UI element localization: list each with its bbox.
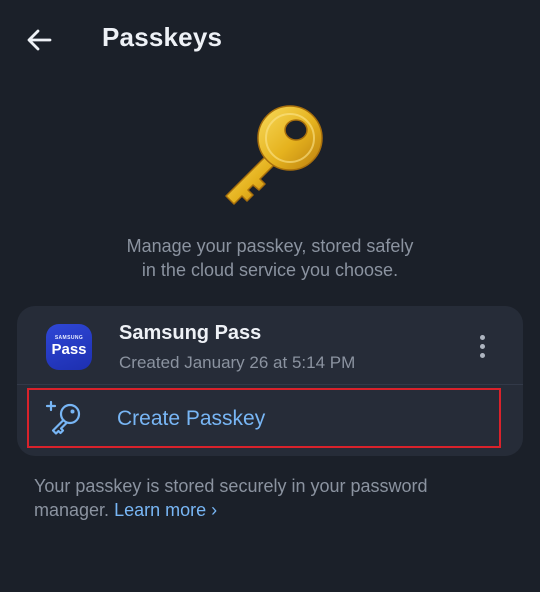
provider-row[interactable]: SAMSUNG Pass Samsung Pass Created Januar…: [17, 306, 523, 384]
learn-more-link[interactable]: Learn more ›: [114, 500, 217, 520]
create-passkey-label: Create Passkey: [117, 407, 266, 430]
arrow-left-icon: [27, 29, 52, 51]
passkeys-screen: Passkeys Manage your passkey, stored saf…: [0, 0, 540, 592]
chevron-right-icon: ›: [211, 500, 218, 520]
passkeys-description: Manage your passkey, stored safely in th…: [60, 234, 480, 282]
provider-name: Samsung Pass: [119, 322, 262, 344]
learn-more-label: Learn more: [114, 500, 207, 520]
samsung-pass-app-icon: SAMSUNG Pass: [46, 324, 92, 370]
app-icon-word: Pass: [51, 341, 87, 358]
storage-note-text: Your passkey is stored securely in your …: [34, 476, 428, 520]
add-key-icon: [45, 400, 81, 435]
page-title: Passkeys: [102, 22, 223, 52]
create-passkey-button[interactable]: Create Passkey: [17, 385, 523, 456]
app-bar: Passkeys: [0, 0, 540, 80]
description-line-2: in the cloud service you choose.: [141, 260, 399, 280]
back-button[interactable]: [20, 22, 58, 58]
passkey-provider-card: SAMSUNG Pass Samsung Pass Created Januar…: [17, 306, 523, 456]
golden-key-icon: [225, 105, 323, 205]
storage-note: Your passkey is stored securely in your …: [34, 474, 504, 522]
more-options-button[interactable]: [469, 328, 495, 364]
more-vertical-icon: [479, 334, 485, 340]
description-line-1: Manage your passkey, stored safely: [126, 236, 414, 256]
provider-created-date: Created January 26 at 5:14 PM: [119, 353, 356, 372]
